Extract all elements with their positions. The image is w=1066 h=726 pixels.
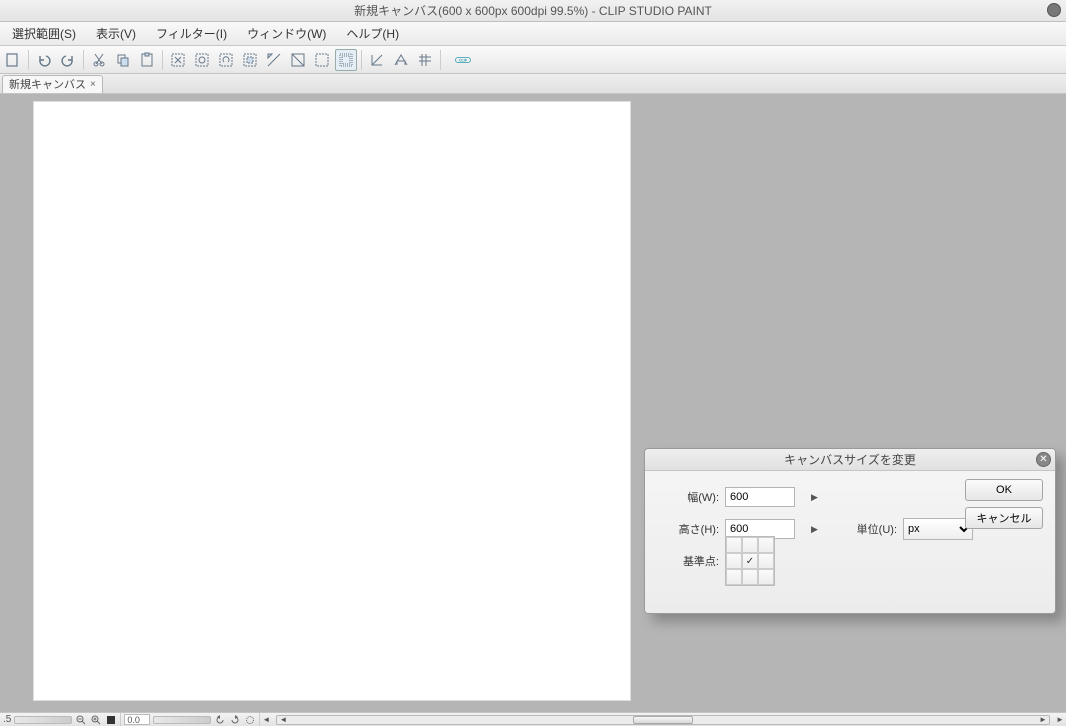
anchor-r[interactable] [758,553,774,569]
height-stepper-icon[interactable]: ▶ [811,524,821,534]
angle-value: 0.0 [124,714,150,725]
scroll-right-icon[interactable]: ► [1054,714,1066,726]
scroll-left-icon[interactable]: ◄ [260,714,272,726]
horizontal-scrollbar[interactable]: ◄ ► [276,715,1050,725]
clip-studio-icon[interactable]: CLIP [445,49,481,71]
expand-selection-icon[interactable] [263,49,285,71]
menu-select[interactable]: 選択範囲(S) [2,25,86,42]
tab-label: 新規キャンバス [9,76,86,92]
rotate-cw-icon[interactable] [229,714,241,726]
ok-button[interactable]: OK [965,479,1043,501]
anchor-tl[interactable] [726,537,742,553]
document-tab[interactable]: 新規キャンバス × [2,75,103,93]
anchor-b[interactable] [742,569,758,585]
anchor-bl[interactable] [726,569,742,585]
anchor-tr[interactable] [758,537,774,553]
width-input[interactable] [725,487,795,507]
menu-help[interactable]: ヘルプ(H) [336,25,409,42]
select-all-icon[interactable] [167,49,189,71]
toolbar: CLIP [0,46,1066,74]
zoom-in-icon[interactable] [90,714,102,726]
unit-label: 単位(U): [837,521,897,537]
anchor-grid[interactable]: ✓ [725,536,775,586]
grid-snap-icon[interactable] [414,49,436,71]
anchor-label: 基準点: [659,553,719,569]
separator [28,50,29,70]
dialog-close-icon[interactable]: ✕ [1036,452,1051,467]
anchor-center[interactable]: ✓ [742,553,758,569]
anchor-l[interactable] [726,553,742,569]
invert-selection-icon[interactable] [239,49,261,71]
width-label: 幅(W): [659,489,719,505]
height-label: 高さ(H): [659,521,719,537]
rotate-ccw-icon[interactable] [214,714,226,726]
menu-view[interactable]: 表示(V) [86,25,146,42]
menu-window[interactable]: ウィンドウ(W) [237,25,336,42]
dialog-titlebar[interactable]: キャンバスサイズを変更 ✕ [645,449,1055,471]
svg-text:CLIP: CLIP [459,58,468,62]
zoom-slider[interactable] [14,716,72,724]
zoom-out-icon[interactable] [75,714,87,726]
tool-clip-icon[interactable] [2,49,24,71]
scrollbar-left-arrow-icon[interactable]: ◄ [277,716,289,724]
tab-close-icon[interactable]: × [90,79,96,90]
workspace: キャンバスサイズを変更 ✕ 幅(W): ▶ 高さ(H): ▶ 単位(U): px… [0,94,1066,712]
ruler-snap-icon[interactable] [366,49,388,71]
status-bar: .5 0.0 ◄ ◄ ► ► [0,712,1066,726]
anchor-br[interactable] [758,569,774,585]
selection-border-icon[interactable] [311,49,333,71]
width-stepper-icon[interactable]: ▶ [811,492,821,502]
reselect-icon[interactable] [215,49,237,71]
paste-icon[interactable] [136,49,158,71]
zoom-value: .5 [3,714,11,725]
menu-filter[interactable]: フィルター(I) [146,25,237,42]
redo-icon[interactable] [57,49,79,71]
unit-select[interactable]: px [903,518,973,540]
angle-slider[interactable] [153,716,211,724]
scrollbar-thumb[interactable] [633,716,693,724]
canvas-size-dialog: キャンバスサイズを変更 ✕ 幅(W): ▶ 高さ(H): ▶ 単位(U): px… [644,448,1056,614]
cut-icon[interactable] [88,49,110,71]
cancel-button[interactable]: キャンセル [965,507,1043,529]
copy-icon[interactable] [112,49,134,71]
scrollbar-right-arrow-icon[interactable]: ► [1037,716,1049,724]
window-button-icon[interactable] [1047,3,1061,17]
dialog-title: キャンバスサイズを変更 [784,451,916,468]
fit-screen-icon[interactable] [105,714,117,726]
undo-icon[interactable] [33,49,55,71]
separator [162,50,163,70]
reset-rotation-icon[interactable] [244,714,256,726]
anchor-t[interactable] [742,537,758,553]
window-titlebar: 新規キャンバス(600 x 600px 600dpi 99.5%) - CLIP… [0,0,1066,22]
separator [83,50,84,70]
separator [361,50,362,70]
window-title: 新規キャンバス(600 x 600px 600dpi 99.5%) - CLIP… [354,2,712,19]
deselect-icon[interactable] [191,49,213,71]
perspective-snap-icon[interactable] [390,49,412,71]
document-tab-bar: 新規キャンバス × [0,74,1066,94]
separator [440,50,441,70]
canvas[interactable] [34,102,630,700]
shrink-selection-icon[interactable] [287,49,309,71]
snap-grid-icon[interactable] [335,49,357,71]
menu-bar: 選択範囲(S) 表示(V) フィルター(I) ウィンドウ(W) ヘルプ(H) [0,22,1066,46]
